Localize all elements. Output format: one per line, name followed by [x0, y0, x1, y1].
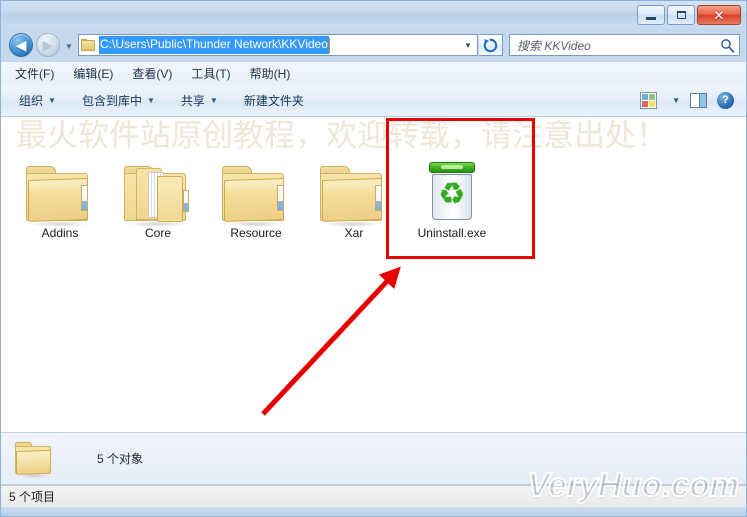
- new-folder-button[interactable]: 新建文件夹: [244, 92, 304, 109]
- text-caret: [328, 37, 330, 53]
- maximize-button[interactable]: [667, 5, 695, 25]
- menu-item-file[interactable]: 文件(F): [15, 66, 54, 82]
- minimize-button[interactable]: [637, 5, 665, 25]
- share-label: 共享: [180, 94, 205, 108]
- folder-icon: [81, 38, 96, 52]
- navigation-bar: ◀ ▶ ▼ C:\Users\Public\Thunder Network\KK…: [0, 28, 747, 62]
- search-input[interactable]: 搜索 KKVideo: [517, 37, 720, 54]
- details-pane: 5 个对象: [1, 432, 746, 484]
- change-view-icon[interactable]: [640, 92, 658, 109]
- address-path-text[interactable]: C:\Users\Public\Thunder Network\KKVideo: [99, 36, 329, 54]
- include-in-library-button[interactable]: 包含到库中 ▼: [82, 92, 155, 109]
- folder-icon: [15, 441, 55, 478]
- search-icon: [721, 38, 735, 53]
- chevron-down-icon: ▼: [209, 96, 218, 105]
- new-folder-label: 新建文件夹: [243, 94, 304, 108]
- back-arrow-icon: ◀: [15, 37, 27, 53]
- history-dropdown-button[interactable]: ▼: [63, 41, 75, 51]
- folder-icon: [207, 129, 305, 227]
- address-dropdown-icon[interactable]: ▼: [459, 41, 477, 50]
- menu-item-edit[interactable]: 编辑(E): [73, 66, 113, 82]
- file-item-addins[interactable]: Addins: [11, 129, 109, 257]
- minimize-icon: [646, 16, 656, 20]
- organize-button[interactable]: 组织 ▼: [19, 92, 56, 109]
- recycle-bin-icon: ♻: [403, 129, 501, 224]
- back-button[interactable]: ◀: [9, 33, 33, 57]
- view-chevron-down-icon[interactable]: ▼: [672, 96, 680, 105]
- file-item-label: Xar: [344, 226, 364, 240]
- file-item-core[interactable]: Core: [109, 129, 207, 257]
- organize-label: 组织: [19, 94, 44, 108]
- file-item-label: Uninstall.exe: [417, 226, 487, 240]
- icon-grid: Addins Core Resource Xar ♻ Uninstall.exe: [11, 129, 501, 257]
- file-item-resource[interactable]: Resource: [207, 129, 305, 257]
- window-bottom-edge: [0, 507, 747, 517]
- file-list-area[interactable]: Addins Core Resource Xar ♻ Uninstall.exe: [1, 117, 746, 432]
- maximize-icon: [676, 11, 686, 19]
- menu-item-help[interactable]: 帮助(H): [250, 66, 291, 82]
- details-object-count: 5 个对象: [97, 452, 144, 466]
- folder-stack-icon: [109, 129, 207, 227]
- refresh-button[interactable]: [479, 34, 503, 56]
- close-icon: ✕: [713, 7, 725, 23]
- command-bar-right-group: ▼ ?: [640, 92, 746, 109]
- title-bar: ✕: [0, 0, 747, 28]
- include-in-library-label: 包含到库中: [81, 94, 142, 108]
- menu-item-tools[interactable]: 工具(T): [191, 66, 230, 82]
- address-bar[interactable]: C:\Users\Public\Thunder Network\KKVideo …: [78, 34, 478, 56]
- refresh-icon: [483, 38, 498, 52]
- close-button[interactable]: ✕: [697, 5, 741, 25]
- explorer-window: ✕ ◀ ▶ ▼ C:\Users\Public\Thunder Network\…: [0, 0, 747, 517]
- file-item-xar[interactable]: Xar: [305, 129, 403, 257]
- share-button[interactable]: 共享 ▼: [181, 92, 218, 109]
- menu-item-view[interactable]: 查看(V): [132, 66, 172, 82]
- chevron-down-icon: ▼: [146, 96, 155, 105]
- command-bar: 组织 ▼ 包含到库中 ▼ 共享 ▼ 新建文件夹 ▼ ?: [1, 85, 746, 117]
- preview-pane-icon[interactable]: [690, 93, 707, 108]
- file-item-label: Core: [144, 226, 171, 240]
- forward-arrow-icon: ▶: [42, 37, 54, 53]
- menu-bar: 文件(F) 编辑(E) 查看(V) 工具(T) 帮助(H): [1, 62, 746, 85]
- search-box[interactable]: 搜索 KKVideo: [509, 34, 740, 56]
- file-item-label: Addins: [41, 226, 79, 240]
- help-icon[interactable]: ?: [717, 92, 734, 109]
- chevron-down-icon: ▼: [65, 41, 73, 51]
- status-item-count: 5 个项目: [9, 490, 56, 504]
- forward-button[interactable]: ▶: [36, 33, 60, 57]
- file-item-label: Resource: [230, 226, 282, 240]
- recycle-symbol-icon: ♻: [438, 178, 466, 211]
- window-controls: ✕: [637, 5, 741, 25]
- chevron-down-icon: ▼: [48, 96, 56, 105]
- file-item-uninstall-exe[interactable]: ♻ Uninstall.exe: [403, 129, 501, 257]
- folder-icon: [305, 129, 403, 227]
- folder-icon: [11, 129, 109, 227]
- status-bar: 5 个项目: [1, 485, 746, 507]
